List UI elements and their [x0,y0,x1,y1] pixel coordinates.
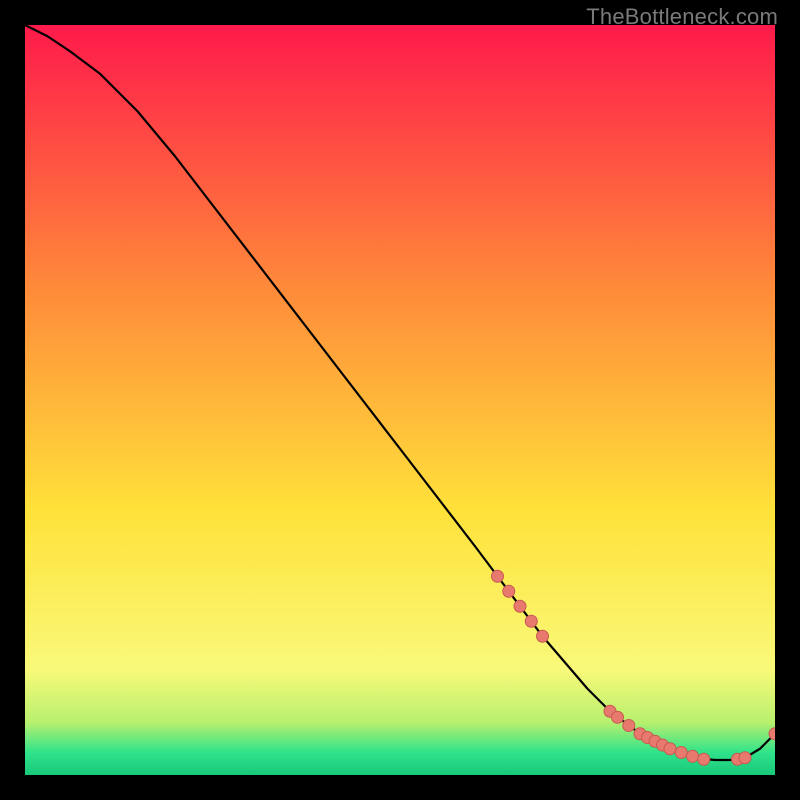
data-marker [623,720,635,732]
data-marker [503,585,515,597]
bottleneck-chart [25,25,775,775]
data-marker [612,711,624,723]
plot-area [25,25,775,775]
data-marker [687,750,699,762]
data-marker [698,753,710,765]
data-marker [739,752,751,764]
data-marker [514,600,526,612]
data-marker [537,630,549,642]
gradient-background [25,25,775,775]
data-marker [525,615,537,627]
data-marker [664,743,676,755]
data-marker [675,747,687,759]
chart-frame: TheBottleneck.com [0,0,800,800]
data-marker [492,570,504,582]
